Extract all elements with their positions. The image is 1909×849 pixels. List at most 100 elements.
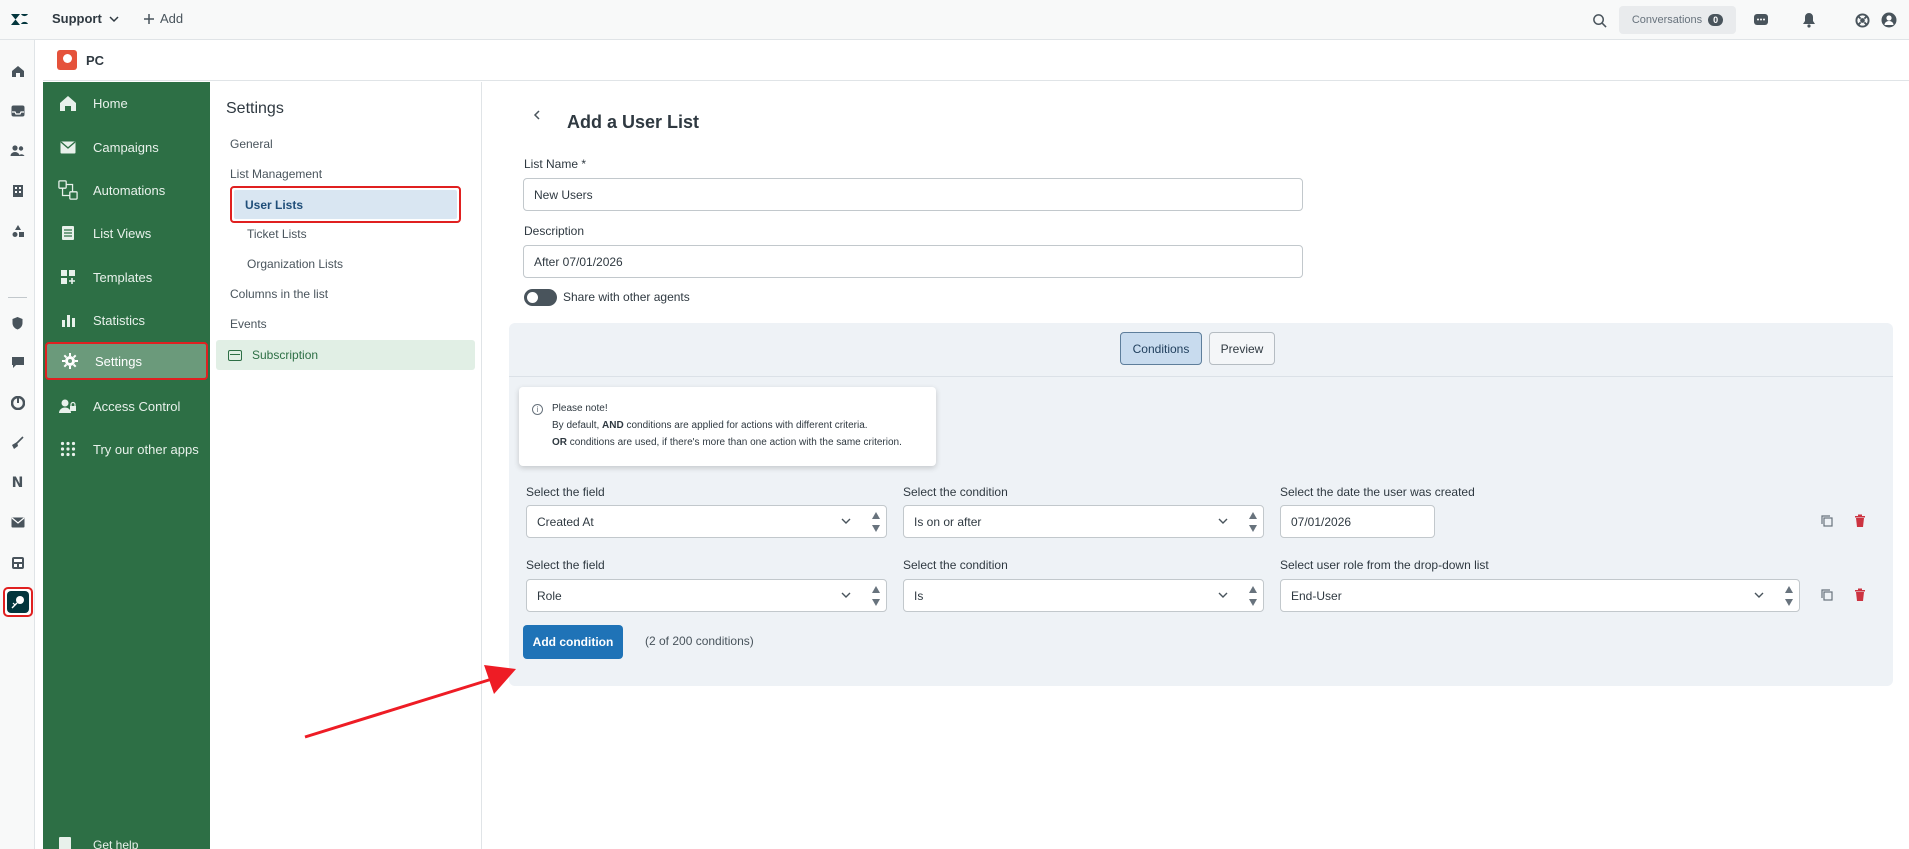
- workspace-switcher[interactable]: Support: [52, 11, 120, 26]
- condition-count: (2 of 200 conditions): [645, 634, 754, 648]
- main-content: Add a User List List Name * New Users De…: [483, 82, 1909, 849]
- panel-divider: [509, 376, 1893, 377]
- settings-item-ticket-lists[interactable]: Ticket Lists: [247, 227, 307, 241]
- chevron-down-icon: [841, 592, 851, 598]
- rail-divider: [8, 297, 27, 298]
- building-icon[interactable]: [9, 182, 26, 199]
- add-label: Add: [160, 11, 184, 26]
- copy-icon[interactable]: [1820, 514, 1834, 528]
- condition-1-date-input[interactable]: 07/01/2026: [1280, 505, 1435, 538]
- condition-2-value-label: Select user role from the drop-down list: [1280, 558, 1489, 572]
- app-logo-icon: [57, 50, 77, 70]
- shapes-icon[interactable]: [9, 222, 26, 239]
- settings-item-events[interactable]: Events: [230, 317, 267, 331]
- spinner-arrows-icon: [872, 512, 880, 532]
- condition-2-condition-label: Select the condition: [903, 558, 1008, 572]
- note-or-keyword: OR: [552, 437, 567, 448]
- tab-preview[interactable]: Preview: [1209, 332, 1275, 365]
- spinner-arrows-icon: [1249, 512, 1257, 532]
- conversations-button[interactable]: Conversations 0: [1619, 6, 1736, 34]
- note-line-1-prefix: By default,: [552, 420, 603, 431]
- nav-item-templates[interactable]: Templates: [43, 258, 210, 296]
- spinner-arrows-icon: [872, 586, 880, 606]
- conditions-panel: Conditions Preview i Please note! By def…: [509, 323, 1893, 686]
- condition-1-condition-label: Select the condition: [903, 485, 1008, 499]
- nav-label: Automations: [93, 182, 166, 198]
- search-icon[interactable]: [1590, 11, 1608, 29]
- mail-icon: [58, 137, 78, 157]
- users-icon[interactable]: [9, 142, 26, 159]
- inbox-icon[interactable]: [9, 102, 26, 119]
- trash-icon[interactable]: [1853, 588, 1867, 602]
- add-condition-button[interactable]: Add condition: [523, 625, 623, 659]
- chat-bubble-icon[interactable]: [9, 354, 26, 371]
- settings-item-subscription[interactable]: Subscription: [216, 340, 475, 370]
- nav-item-access-control[interactable]: Access Control: [43, 387, 210, 425]
- shield-icon[interactable]: [9, 314, 26, 331]
- n-app-icon[interactable]: N: [9, 474, 26, 491]
- zendesk-logo-icon[interactable]: [9, 10, 29, 30]
- get-help-link[interactable]: Get help: [43, 835, 210, 849]
- chat-icon[interactable]: [1752, 11, 1770, 29]
- product-rail: N: [0, 40, 35, 849]
- app-navigation: Home Campaigns Automations List Views Te…: [43, 82, 210, 849]
- chevron-down-icon: [841, 518, 851, 524]
- profile-avatar-icon[interactable]: [1880, 11, 1898, 29]
- nav-label: Home: [93, 95, 128, 111]
- gear-icon: [60, 351, 80, 371]
- pie-chart-icon[interactable]: [9, 394, 26, 411]
- settings-item-user-lists-label: User Lists: [234, 190, 457, 219]
- condition-1-field-label: Select the field: [526, 485, 605, 499]
- note-line-2-suffix: conditions are used, if there's more tha…: [567, 437, 902, 448]
- broom-icon[interactable]: [9, 434, 26, 451]
- nav-item-settings[interactable]: Settings: [45, 342, 208, 380]
- description-input[interactable]: After 07/01/2026: [523, 245, 1303, 278]
- condition-1-field-select[interactable]: Created At: [526, 505, 887, 538]
- nav-item-automations[interactable]: Automations: [43, 171, 210, 209]
- condition-2-condition-select[interactable]: Is: [903, 579, 1264, 612]
- help-book-icon: [58, 836, 72, 849]
- credit-card-icon: [228, 349, 242, 361]
- tab-conditions[interactable]: Conditions: [1120, 332, 1202, 365]
- settings-title: Settings: [226, 100, 284, 117]
- condition-2-field-select[interactable]: Role: [526, 579, 887, 612]
- back-button[interactable]: [531, 108, 543, 124]
- condition-2-role-select[interactable]: End-User: [1280, 579, 1800, 612]
- settings-item-general[interactable]: General: [230, 137, 273, 151]
- list-name-label: List Name *: [524, 157, 587, 171]
- dashboard-icon[interactable]: [9, 554, 26, 571]
- description-label: Description: [524, 224, 585, 238]
- settings-item-list-management[interactable]: List Management: [230, 167, 322, 181]
- nav-item-list-views[interactable]: List Views: [43, 214, 210, 252]
- chevron-down-icon: [1754, 592, 1764, 598]
- bell-icon[interactable]: [1800, 11, 1818, 29]
- plus-icon: [144, 13, 154, 24]
- chevron-down-icon: [109, 15, 119, 22]
- bar-chart-icon: [58, 310, 78, 330]
- share-toggle[interactable]: [524, 289, 557, 306]
- settings-item-user-lists[interactable]: User Lists: [230, 186, 461, 223]
- subscription-label: Subscription: [252, 348, 319, 362]
- nav-item-campaigns[interactable]: Campaigns: [43, 128, 210, 166]
- copy-icon[interactable]: [1820, 588, 1834, 602]
- proactive-campaigns-app-icon[interactable]: [3, 587, 33, 617]
- nav-item-other-apps[interactable]: Try our other apps: [43, 430, 210, 468]
- nav-label: Templates: [93, 269, 153, 285]
- grid-dots-icon: [58, 439, 78, 459]
- note-line-1-suffix: conditions are applied for actions with …: [623, 420, 868, 431]
- note-box: i Please note! By default, AND condition…: [519, 387, 936, 466]
- home-icon[interactable]: [9, 62, 26, 79]
- list-views-icon: [58, 223, 78, 243]
- condition-2-role-value: End-User: [1291, 588, 1342, 603]
- envelope-icon[interactable]: [9, 514, 26, 531]
- settings-item-organization-lists[interactable]: Organization Lists: [247, 257, 343, 271]
- nav-item-home[interactable]: Home: [43, 84, 210, 122]
- condition-1-condition-select[interactable]: Is on or after: [903, 505, 1264, 538]
- nav-item-statistics[interactable]: Statistics: [43, 301, 210, 339]
- app-name: PC: [86, 53, 105, 68]
- list-name-input[interactable]: New Users: [523, 178, 1303, 211]
- add-button[interactable]: Add: [143, 11, 183, 26]
- trash-icon[interactable]: [1853, 514, 1867, 528]
- settings-item-columns[interactable]: Columns in the list: [230, 287, 328, 301]
- condition-2-field-label: Select the field: [526, 558, 605, 572]
